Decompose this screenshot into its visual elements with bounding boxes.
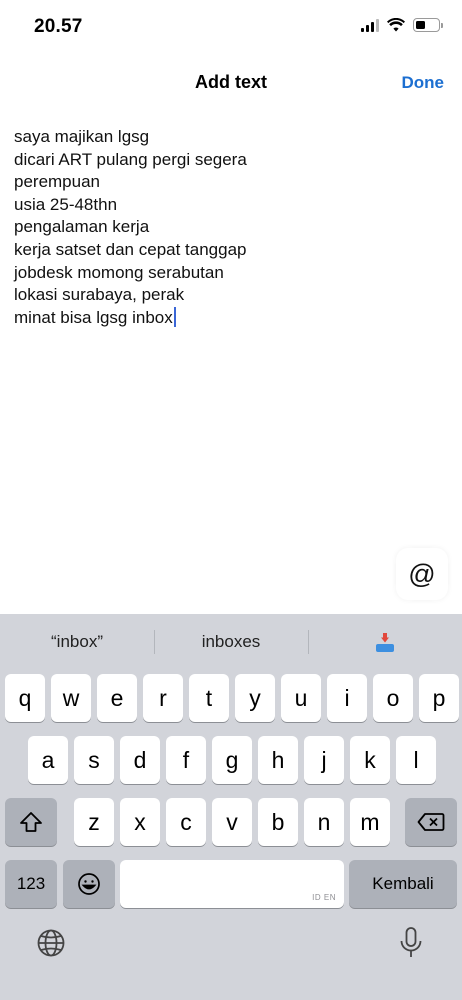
key-s[interactable]: s	[74, 736, 114, 784]
text-line: saya majikan lgsg	[14, 127, 150, 146]
key-z[interactable]: z	[74, 798, 114, 846]
numbers-key[interactable]: 123	[5, 860, 57, 908]
return-key[interactable]: Kembali	[349, 860, 457, 908]
shift-icon	[20, 812, 42, 832]
text-line: jobdesk momong serabutan	[14, 262, 224, 282]
key-m[interactable]: m	[350, 798, 390, 846]
key-v[interactable]: v	[212, 798, 252, 846]
key-b[interactable]: b	[258, 798, 298, 846]
space-key-language-hint: ID EN	[312, 893, 336, 902]
key-h[interactable]: h	[258, 736, 298, 784]
suggestion-item[interactable]: “inbox”	[0, 614, 154, 670]
wifi-icon	[387, 18, 405, 32]
key-o[interactable]: o	[373, 674, 413, 722]
inbox-tray-icon	[374, 632, 396, 654]
key-g[interactable]: g	[212, 736, 252, 784]
key-l[interactable]: l	[396, 736, 436, 784]
key-u[interactable]: u	[281, 674, 321, 722]
suggestion-item[interactable]: inboxes	[154, 614, 308, 670]
delete-key[interactable]	[405, 798, 457, 846]
text-line: kerja satset dan cepat tanggap	[14, 239, 247, 259]
status-time: 20.57	[34, 16, 83, 37]
key-w[interactable]: w	[51, 674, 91, 722]
key-x[interactable]: x	[120, 798, 160, 846]
text-line: usia 25-48thn	[14, 194, 118, 214]
shift-key[interactable]	[5, 798, 57, 846]
key-n[interactable]: n	[304, 798, 344, 846]
key-d[interactable]: d	[120, 736, 160, 784]
space-key[interactable]: ID EN	[120, 860, 344, 908]
at-icon: @	[408, 558, 436, 589]
key-c[interactable]: c	[166, 798, 206, 846]
backspace-icon	[417, 813, 445, 831]
globe-icon[interactable]	[34, 926, 68, 960]
key-p[interactable]: p	[419, 674, 459, 722]
text-line-content: minat bisa lgsg inbox	[14, 307, 173, 327]
suggestion-emoji[interactable]	[308, 614, 462, 670]
key-f[interactable]: f	[166, 736, 206, 784]
cellular-signal-icon	[361, 18, 379, 32]
key-k[interactable]: k	[350, 736, 390, 784]
done-button[interactable]: Done	[402, 73, 445, 93]
microphone-icon[interactable]	[394, 926, 428, 960]
mention-button[interactable]: @	[396, 548, 448, 600]
key-a[interactable]: a	[28, 736, 68, 784]
emoji-icon	[78, 873, 100, 895]
key-i[interactable]: i	[327, 674, 367, 722]
status-bar: 20.57	[0, 0, 462, 56]
emoji-key[interactable]	[63, 860, 115, 908]
key-t[interactable]: t	[189, 674, 229, 722]
text-caret	[173, 306, 176, 327]
key-r[interactable]: r	[143, 674, 183, 722]
text-line: pengalaman kerja	[14, 217, 150, 237]
text-line: perempuan	[14, 172, 101, 192]
status-icons	[361, 18, 443, 32]
text-line: dicari ART pulang pergi segera	[14, 149, 247, 169]
suggestion-bar: “inbox” inboxes	[0, 614, 462, 670]
key-j[interactable]: j	[304, 736, 344, 784]
key-e[interactable]: e	[97, 674, 137, 722]
battery-icon	[413, 18, 443, 32]
text-line: lokasi surabaya, perak	[14, 285, 185, 305]
key-y[interactable]: y	[235, 674, 275, 722]
key-q[interactable]: q	[5, 674, 45, 722]
text-editor[interactable]: saya majikan lgsg dicari ART pulang perg…	[14, 126, 444, 329]
page-title: Add text	[195, 72, 267, 92]
text-line-last: minat bisa lgsg inbox	[14, 306, 444, 330]
